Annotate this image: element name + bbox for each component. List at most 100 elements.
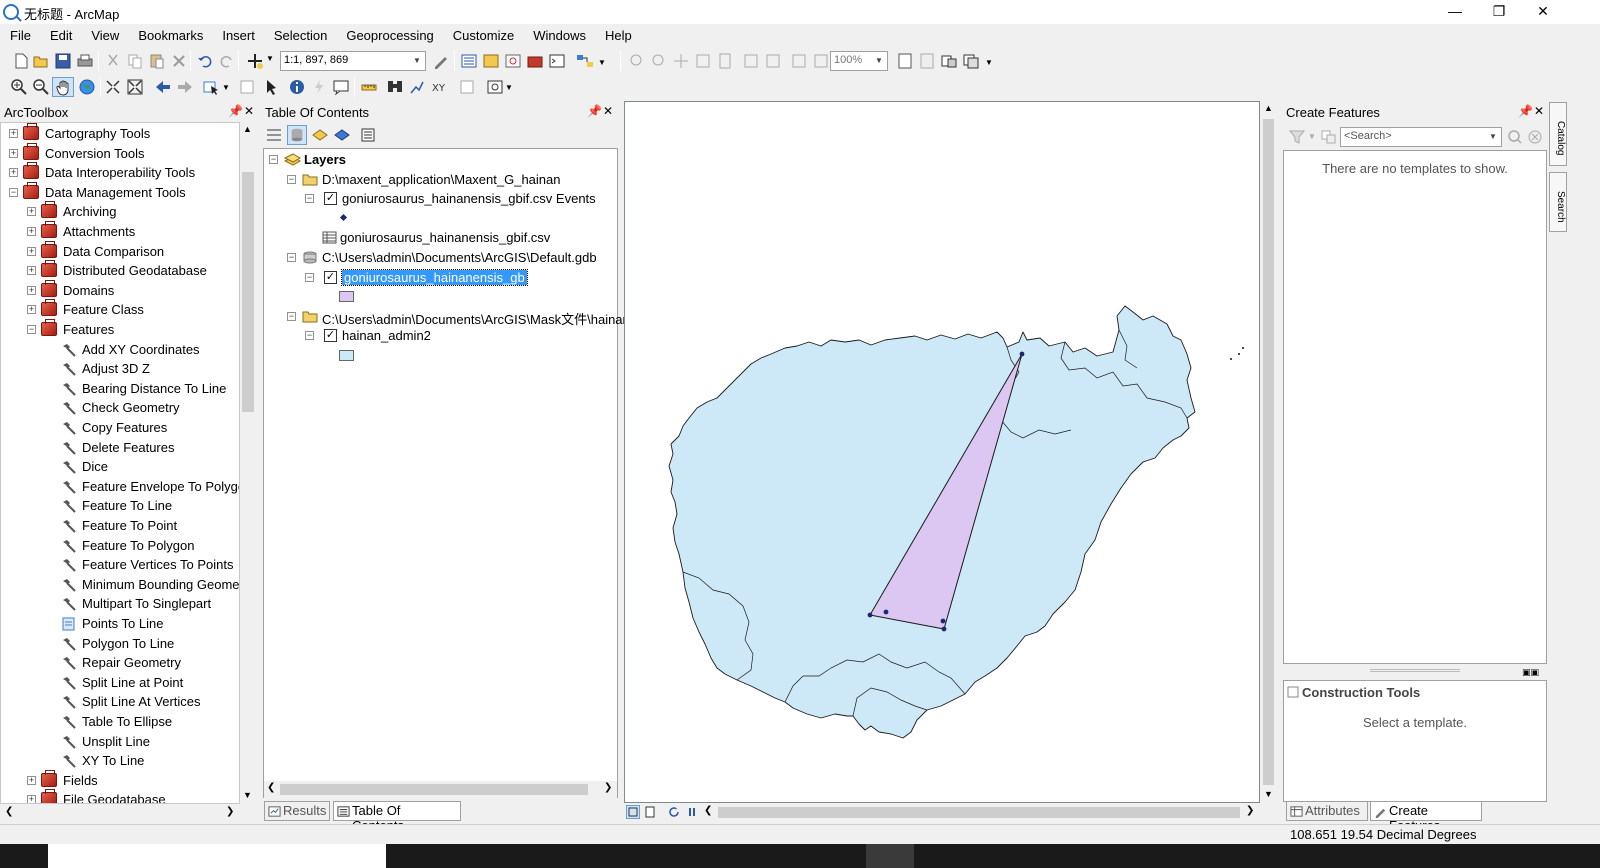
expand-icon[interactable]: + [27,795,36,803]
occurrence-point[interactable] [867,612,873,618]
hyperlink-icon[interactable] [310,78,328,96]
pin-icon[interactable]: 📌 [228,104,243,118]
toc-hscrollbar[interactable]: ❮ ❯ [264,781,617,798]
toolbox-tree-item[interactable]: + Distributed Geodatabase [1,260,239,281]
scroll-right-icon[interactable]: ❯ [1246,805,1254,816]
collapse-icon[interactable]: − [269,155,278,164]
tab-create-features[interactable]: Create Features [1370,801,1482,833]
toc-row[interactable]: − D:\maxent_application\Maxent_G_hainan [264,170,619,190]
toc-options-icon[interactable] [359,126,377,144]
map-vscrollbar[interactable]: ▲ ▼ [1260,101,1277,803]
collapse-icon[interactable]: − [305,272,314,282]
scroll-left-icon[interactable]: ❮ [704,805,712,816]
toolbox-tree-item[interactable]: Feature Vertices To Points [1,555,239,575]
arctoolbox-hscrollbar[interactable]: ❮ ❯ [0,804,240,822]
toolbox-tree-item[interactable]: Repair Geometry [1,653,239,673]
toolbox-tree-item[interactable]: Dice [1,457,239,477]
toolbox-tree-item[interactable]: Add XY Coordinates [1,340,239,360]
layout-zoom-out-icon[interactable] [650,52,668,70]
template-search-box[interactable]: <Search> ▼ [1340,127,1502,147]
toolbox-tree-item[interactable]: Points To Line [1,614,239,634]
toolbox-tree-item[interactable]: Feature To Polygon [1,536,239,556]
expand-icon[interactable]: + [27,305,36,315]
toolbox-tree-item[interactable]: + Fields [1,769,239,791]
toolbox-tree-item[interactable]: Minimum Bounding Geometry [1,575,239,595]
toolbox-tree-item[interactable]: Multipart To Singlepart [1,594,239,614]
collapse-icon[interactable]: − [305,194,314,204]
clear-search-icon[interactable] [1526,128,1544,146]
expand-icon[interactable]: + [27,266,36,276]
menu-windows[interactable]: Windows [521,24,593,48]
list-by-visibility-icon[interactable] [311,126,329,144]
find-icon[interactable] [386,78,404,96]
toolbox-tree-item[interactable]: Bearing Distance To Line [1,379,239,399]
scroll-left-icon[interactable]: ❮ [267,782,275,793]
list-by-source-button[interactable] [287,125,307,145]
toc-row[interactable]: − C:\Users\admin\Documents\ArcGIS\Default… [264,248,619,268]
viewer-dropdown-icon[interactable]: ▼ [505,83,513,92]
go-back-extent-icon[interactable] [790,52,808,70]
new-document-icon[interactable] [12,52,30,70]
python-window-icon[interactable] [548,52,566,70]
tab-attributes[interactable]: Attributes [1286,801,1368,821]
expand-icon[interactable]: + [9,168,18,178]
toc-layer-row[interactable]: − ✓ goniurosaurus_hainanensis_gbif.csv Eve… [264,189,619,209]
time-slider-icon[interactable] [458,78,476,96]
pin-icon[interactable]: 📌 [1518,104,1533,118]
splitter-handle[interactable] [1370,669,1460,672]
paste-icon[interactable] [148,52,166,70]
expand-icon[interactable]: + [27,775,36,785]
toolbox-tree-item[interactable]: + Archiving [1,201,239,222]
open-icon[interactable] [32,52,50,70]
toolbox-tree-item[interactable]: + Cartography Tools [1,123,239,144]
fixed-zoom-out-icon[interactable] [764,52,782,70]
list-by-selection-icon[interactable] [333,126,351,144]
focus-data-frame-icon[interactable] [918,52,936,70]
menu-selection[interactable]: Selection [262,24,334,48]
toolbox-tree-item[interactable]: Unsplit Line [1,732,239,752]
arctoolbox-vscrollbar[interactable]: ▲ ▼ [240,122,256,804]
toc-layer-row[interactable]: − ✓ goniurosaurus_hainanensis_gb [264,268,619,288]
collapse-pane-icon[interactable]: ▣▣ [1522,667,1546,679]
zoom-in-icon[interactable] [10,78,28,96]
close-button[interactable]: ✕ [1528,2,1558,22]
filter-icon[interactable] [1288,128,1306,146]
menu-insert[interactable]: Insert [210,24,262,48]
occurrence-point[interactable] [940,618,946,624]
expand-icon[interactable]: + [27,246,36,256]
pin-icon[interactable]: 📌 [587,104,602,118]
toolbox-tree-item[interactable]: Adjust 3D Z [1,359,239,379]
map-hscrollbar[interactable]: ❮ ❯ [624,803,1277,822]
tab-results[interactable]: Results [264,801,330,821]
fixed-zoom-in-icon[interactable] [742,52,760,70]
close-icon[interactable]: ✕ [603,104,613,118]
toolbox-tree-item[interactable]: XY To Line [1,751,239,771]
layout-zoom-in-icon[interactable] [628,52,646,70]
scroll-thumb[interactable] [242,172,254,412]
scroll-right-icon[interactable]: ❯ [604,782,612,793]
scroll-thumb[interactable] [718,807,1240,818]
zoom-100-icon[interactable] [716,52,734,70]
delete-icon[interactable] [170,52,188,70]
occurrence-point[interactable] [883,609,889,615]
layout-pan-icon[interactable] [672,52,690,70]
full-extent-icon[interactable] [78,78,96,96]
minimize-button[interactable]: — [1440,2,1470,22]
close-icon[interactable]: ✕ [1534,104,1544,118]
scroll-thumb[interactable] [280,784,588,795]
data-driven-pages-icon[interactable] [962,52,980,70]
toolbar-overflow-icon[interactable]: ▼ [985,58,993,67]
undo-icon[interactable] [196,52,214,70]
toolbox-tree-item[interactable]: + Data Interoperability Tools [1,162,239,183]
collapse-icon[interactable]: − [305,331,314,341]
fixed-zoom-in-icon[interactable] [104,78,122,96]
select-dropdown-icon[interactable]: ▼ [222,83,230,92]
scroll-left-icon[interactable]: ❮ [5,806,13,817]
expand-icon[interactable]: + [9,129,18,138]
create-viewer-window-icon[interactable] [486,78,504,96]
toolbar-overflow-icon[interactable]: ▼ [598,58,606,67]
menu-customize[interactable]: Customize [441,24,521,48]
go-to-xy-icon[interactable]: XY [430,78,448,96]
toolbox-tree-item[interactable]: + Feature Class [1,299,239,320]
toolbox-tree-item[interactable]: Feature Envelope To Polygon [1,477,239,497]
